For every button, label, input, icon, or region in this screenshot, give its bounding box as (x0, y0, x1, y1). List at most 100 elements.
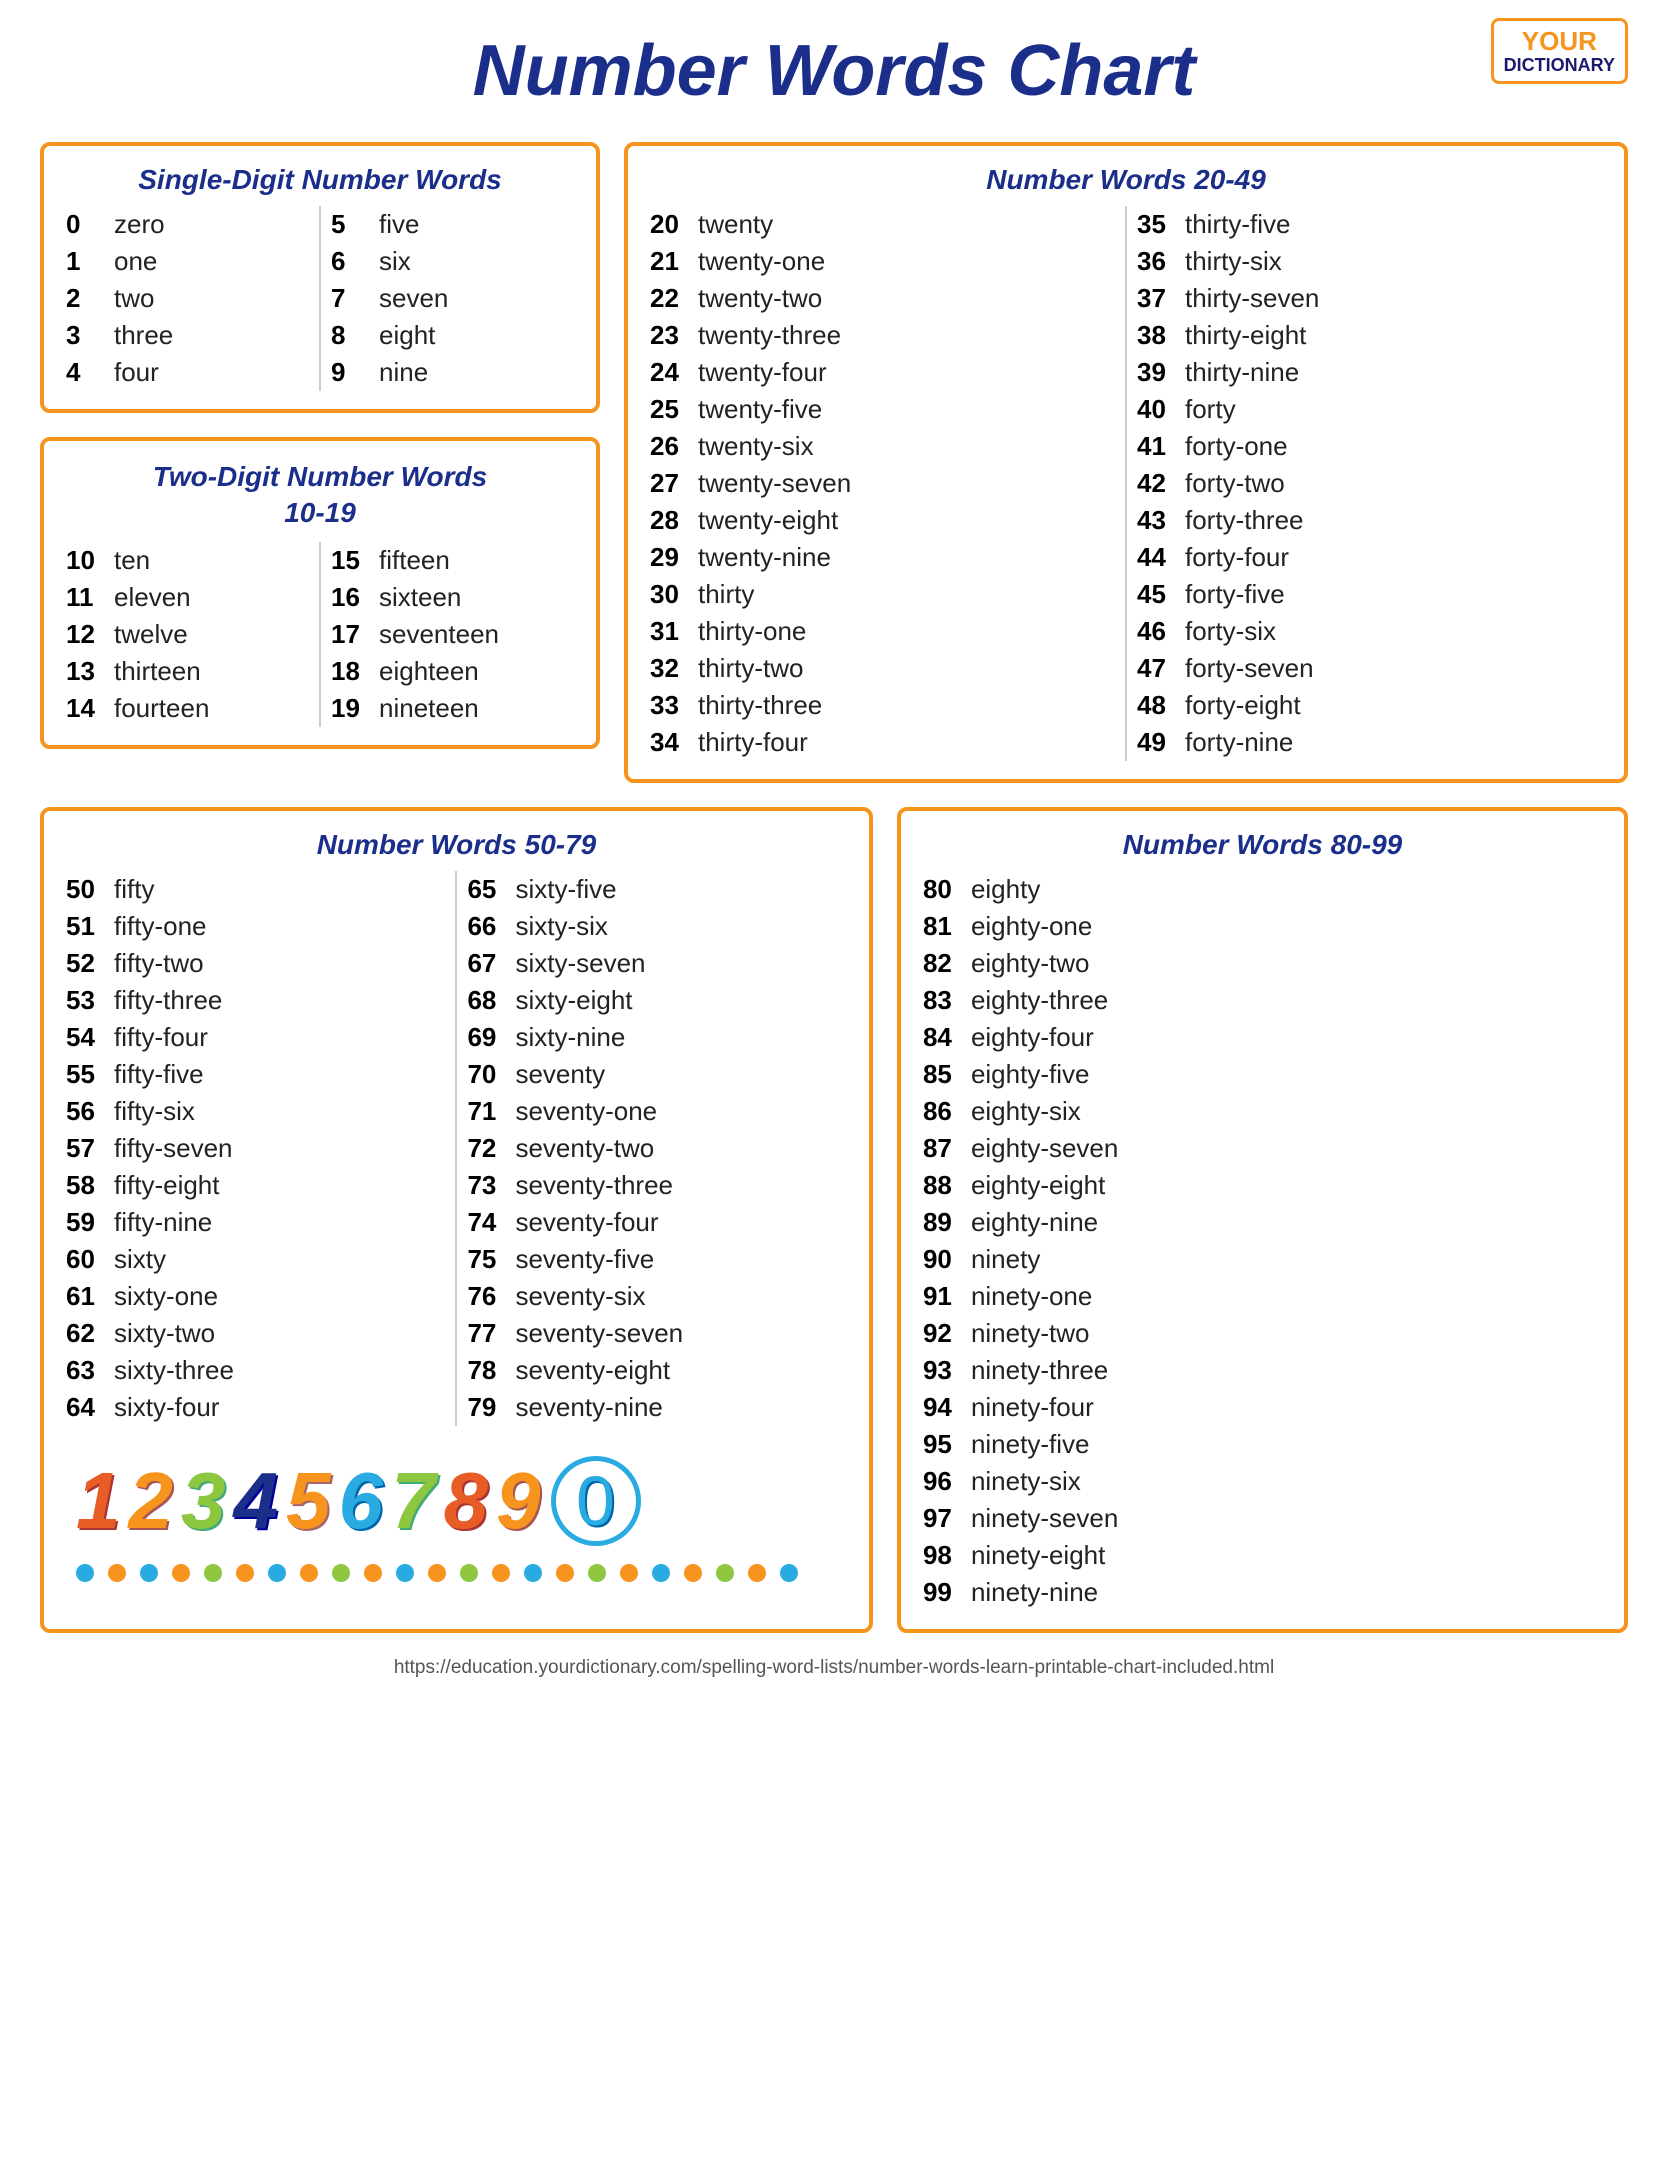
list-item: 47forty-seven (1137, 650, 1602, 687)
dot-14 (492, 1564, 510, 1582)
dot-6 (236, 1564, 254, 1582)
item-word: fifty-nine (114, 1207, 212, 1238)
item-number: 2 (66, 283, 114, 314)
item-number: 4 (66, 357, 114, 388)
list-item: 42forty-two (1137, 465, 1602, 502)
list-item: 19nineteen (331, 690, 574, 727)
item-number: 36 (1137, 246, 1185, 277)
item-word: ninety-one (971, 1281, 1092, 1312)
list-item: 49forty-nine (1137, 724, 1602, 761)
item-number: 86 (923, 1096, 971, 1127)
dot-1 (76, 1564, 94, 1582)
dot-18 (620, 1564, 638, 1582)
item-word: nine (379, 357, 428, 388)
item-word: eighty-seven (971, 1133, 1118, 1164)
item-word: twenty-nine (698, 542, 831, 573)
list-item: 33thirty-three (650, 687, 1115, 724)
list-item: 76seventy-six (467, 1278, 846, 1315)
item-number: 45 (1137, 579, 1185, 610)
list-item: 15fifteen (331, 542, 574, 579)
deco-5: 5 (286, 1461, 331, 1541)
item-word: sixty-six (515, 911, 607, 942)
item-number: 80 (923, 874, 971, 905)
item-word: thirty-one (698, 616, 806, 647)
item-number: 30 (650, 579, 698, 610)
item-word: fifty-four (114, 1022, 208, 1053)
item-word: twenty-five (698, 394, 822, 425)
list-item: 48forty-eight (1137, 687, 1602, 724)
item-word: sixty-five (515, 874, 616, 905)
item-number: 35 (1137, 209, 1185, 240)
list-item: 80eighty (923, 871, 1602, 908)
item-number: 7 (331, 283, 379, 314)
item-word: eighty-eight (971, 1170, 1105, 1201)
list-item: 23twenty-three (650, 317, 1115, 354)
item-word: fifty-six (114, 1096, 195, 1127)
list-item: 12twelve (66, 616, 309, 653)
item-word: twenty-four (698, 357, 827, 388)
list-item: 74seventy-four (467, 1204, 846, 1241)
item-word: thirteen (114, 656, 201, 687)
two-digit-col1: 10ten11eleven12twelve13thirteen14fourtee… (66, 542, 309, 727)
list-item: 82eighty-two (923, 945, 1602, 982)
dot-13 (460, 1564, 478, 1582)
item-number: 98 (923, 1540, 971, 1571)
list-item: 34thirty-four (650, 724, 1115, 761)
item-word: seventy-seven (515, 1318, 683, 1349)
item-word: fifty-one (114, 911, 207, 942)
item-number: 97 (923, 1503, 971, 1534)
item-number: 14 (66, 693, 114, 724)
list-item: 40forty (1137, 391, 1602, 428)
item-word: fifty-seven (114, 1133, 233, 1164)
item-number: 12 (66, 619, 114, 650)
item-word: sixty (114, 1244, 166, 1275)
dot-5 (204, 1564, 222, 1582)
list-item: 28twenty-eight (650, 502, 1115, 539)
words-50-79-cols: 50fifty51fifty-one52fifty-two53fifty-thr… (66, 871, 847, 1426)
item-word: eighty-four (971, 1022, 1094, 1053)
two-digit-cols: 10ten11eleven12twelve13thirteen14fourtee… (66, 542, 574, 727)
list-item: 6six (331, 243, 574, 280)
dot-7 (268, 1564, 286, 1582)
dot-8 (300, 1564, 318, 1582)
item-word: sixty-seven (515, 948, 645, 979)
list-item: 99ninety-nine (923, 1574, 1602, 1611)
list-item: 85eighty-five (923, 1056, 1602, 1093)
item-word: sixty-three (114, 1355, 234, 1386)
item-word: twenty-six (698, 431, 814, 462)
single-digit-cols: 0zero1one2two3three4four 5five6six7seven… (66, 206, 574, 391)
item-number: 71 (467, 1096, 515, 1127)
item-word: eighty-five (971, 1059, 1090, 1090)
list-item: 86eighty-six (923, 1093, 1602, 1130)
item-word: forty-nine (1185, 727, 1293, 758)
item-number: 8 (331, 320, 379, 351)
item-number: 54 (66, 1022, 114, 1053)
item-word: twenty-eight (698, 505, 838, 536)
item-word: nineteen (379, 693, 479, 724)
list-item: 41forty-one (1137, 428, 1602, 465)
item-word: thirty-nine (1185, 357, 1299, 388)
list-item: 72seventy-two (467, 1130, 846, 1167)
item-word: seventy-one (515, 1096, 657, 1127)
item-word: thirty-six (1185, 246, 1282, 277)
item-word: five (379, 209, 419, 240)
list-item: 56fifty-six (66, 1093, 445, 1130)
list-item: 37thirty-seven (1137, 280, 1602, 317)
list-item: 50fifty (66, 871, 445, 908)
item-number: 94 (923, 1392, 971, 1423)
list-item: 64sixty-four (66, 1389, 445, 1426)
item-number: 82 (923, 948, 971, 979)
item-word: twenty-seven (698, 468, 851, 499)
item-number: 32 (650, 653, 698, 684)
deco-3: 3 (181, 1461, 226, 1541)
item-word: ninety-five (971, 1429, 1090, 1460)
item-number: 73 (467, 1170, 515, 1201)
item-word: two (114, 283, 154, 314)
dot-16 (556, 1564, 574, 1582)
deco-0: 0 (551, 1456, 641, 1546)
item-number: 21 (650, 246, 698, 277)
item-word: sixty-one (114, 1281, 218, 1312)
list-item: 39thirty-nine (1137, 354, 1602, 391)
item-number: 34 (650, 727, 698, 758)
item-word: forty-two (1185, 468, 1285, 499)
